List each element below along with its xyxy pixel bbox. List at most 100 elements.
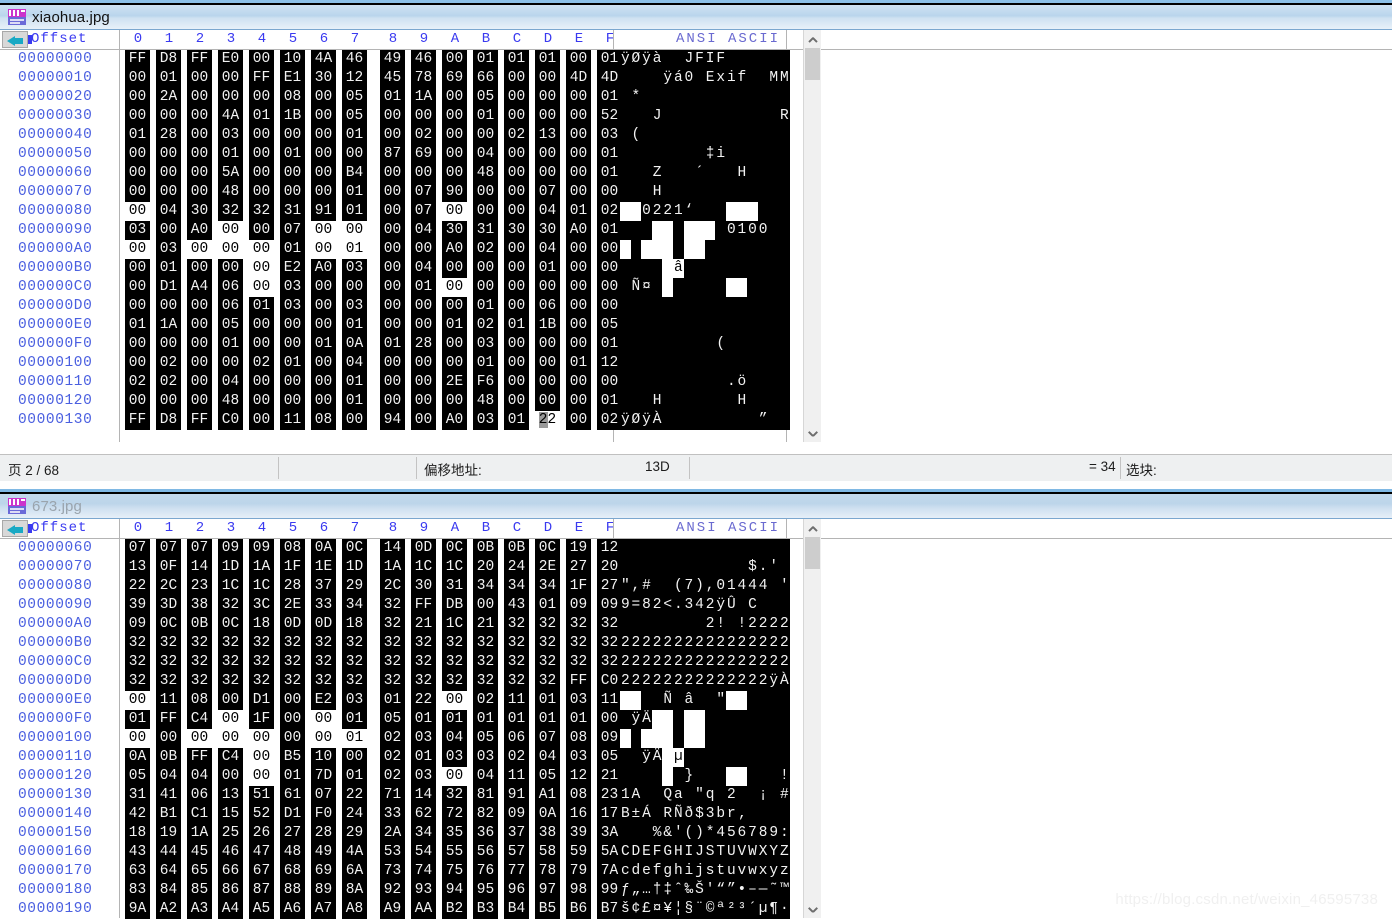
hex-byte[interactable]: 0F xyxy=(156,558,181,577)
ascii-char[interactable] xyxy=(630,259,642,278)
hex-byte[interactable]: 00 xyxy=(504,392,529,411)
hex-byte[interactable]: 01 xyxy=(473,297,498,316)
hex-byte[interactable]: 1C xyxy=(442,615,467,634)
ascii-char[interactable]: c xyxy=(620,862,631,881)
hex-byte[interactable]: 03 xyxy=(218,126,243,145)
ascii-char[interactable]: . xyxy=(673,596,684,615)
hex-byte[interactable]: 01 xyxy=(411,278,436,297)
ascii-char[interactable]: < xyxy=(662,596,673,615)
ascii-char[interactable] xyxy=(757,202,769,221)
hex-byte[interactable]: 01 xyxy=(442,710,467,729)
ascii-char[interactable] xyxy=(694,558,705,577)
hex-byte[interactable]: 5A xyxy=(597,843,622,862)
ascii-char[interactable]: ÿ xyxy=(715,596,726,615)
ascii-char[interactable] xyxy=(694,710,705,729)
ascii-char[interactable] xyxy=(651,710,663,729)
ascii-char[interactable]: „ xyxy=(630,881,642,900)
ascii-char[interactable]: Q xyxy=(662,786,673,805)
hex-byte[interactable]: 00 xyxy=(566,335,591,354)
hex-byte[interactable]: 00 xyxy=(566,145,591,164)
ascii-char[interactable] xyxy=(715,558,726,577)
ascii-char[interactable] xyxy=(683,748,695,767)
ascii-char[interactable] xyxy=(620,729,631,748)
hex-byte[interactable]: 0B xyxy=(473,539,498,558)
ascii-char[interactable] xyxy=(651,221,663,240)
ascii-char[interactable] xyxy=(768,596,779,615)
ascii-char[interactable] xyxy=(757,88,769,107)
hex-byte[interactable]: 00 xyxy=(566,297,591,316)
hex-byte[interactable]: 05 xyxy=(342,107,367,126)
hex-byte[interactable]: 00 xyxy=(218,729,243,748)
ascii-char[interactable]: J xyxy=(651,107,663,126)
ascii-char[interactable] xyxy=(641,297,652,316)
hex-byte[interactable]: 0B xyxy=(504,539,529,558)
ascii-char[interactable] xyxy=(630,767,642,786)
ascii-char[interactable] xyxy=(641,240,652,259)
hex-byte[interactable]: FF xyxy=(566,672,591,691)
ascii-char[interactable] xyxy=(673,539,684,558)
hex-byte[interactable]: 08 xyxy=(566,786,591,805)
hex-byte[interactable]: 9A xyxy=(125,900,150,919)
hex-byte[interactable]: 00 xyxy=(504,297,529,316)
hex-byte[interactable]: 1D xyxy=(342,558,367,577)
hex-byte[interactable]: 00 xyxy=(473,202,498,221)
ascii-char[interactable] xyxy=(641,539,652,558)
hex-byte[interactable]: 01 xyxy=(473,50,498,69)
hex-byte[interactable]: 31 xyxy=(473,221,498,240)
hex-byte[interactable]: 00 xyxy=(125,183,150,202)
hex-byte[interactable]: 00 xyxy=(535,145,560,164)
hex-row[interactable]: 000000F0 00 00 00 01 00 00 01 0A 01 28 00 03 00 00 00 01… xyxy=(0,335,1392,354)
hex-byte[interactable]: A2 xyxy=(156,900,181,919)
ascii-char[interactable] xyxy=(768,577,779,596)
hex-byte[interactable]: 22 xyxy=(342,786,367,805)
hex-byte[interactable]: 39 xyxy=(566,824,591,843)
ascii-char[interactable] xyxy=(726,126,737,145)
hex-byte[interactable]: 1D xyxy=(218,558,243,577)
ascii-char[interactable] xyxy=(757,748,769,767)
hex-row[interactable]: 00000070 13 0F 14 1D 1A 1F 1E 1D 1A 1C 1C 20 24 2E 27 20… xyxy=(0,558,1392,577)
ascii-char[interactable]: 0 xyxy=(757,221,769,240)
ascii-char[interactable] xyxy=(704,729,716,748)
hex-row[interactable]: 000000B0 32 32 32 32 32 32 32 32 32 32 32 32 32 32 32 32… xyxy=(0,634,1392,653)
ascii-char[interactable] xyxy=(662,145,673,164)
ascii-char[interactable]: ( xyxy=(683,824,695,843)
hex-byte[interactable]: 00 xyxy=(535,354,560,373)
hex-byte[interactable]: 17 xyxy=(597,805,622,824)
ascii-char[interactable]: 2 xyxy=(715,672,726,691)
ascii-char[interactable] xyxy=(662,335,673,354)
ascii-char[interactable] xyxy=(704,240,716,259)
ascii-char[interactable]: i xyxy=(683,862,695,881)
hex-byte[interactable]: 86 xyxy=(218,881,243,900)
ascii-char[interactable]: 2 xyxy=(651,202,663,221)
ascii-char[interactable] xyxy=(651,145,663,164)
hex-byte[interactable]: 06 xyxy=(535,297,560,316)
ascii-char[interactable] xyxy=(641,145,652,164)
hex-row[interactable]: 00000000 FF D8 FF E0 00 10 4A 46 49 46 00 01 01 01 00 01… xyxy=(0,50,1392,69)
ascii-char[interactable] xyxy=(683,316,695,335)
ascii-char[interactable] xyxy=(747,786,758,805)
ascii-char[interactable] xyxy=(694,240,705,259)
hex-row[interactable]: 00000100 00 00 00 00 00 00 00 01 02 03 04 05 06 07 08 09 xyxy=(0,729,1392,748)
hex-byte[interactable]: 32 xyxy=(473,653,498,672)
hex-byte[interactable]: 52 xyxy=(597,107,622,126)
ascii-char[interactable]: J xyxy=(694,843,705,862)
ascii-char[interactable]: 9 xyxy=(768,824,779,843)
ascii-char[interactable]: ¦ xyxy=(673,900,684,919)
hex-byte[interactable]: 04 xyxy=(156,202,181,221)
ascii-char[interactable]: $ xyxy=(694,805,705,824)
hex-byte[interactable]: 00 xyxy=(156,392,181,411)
hex-byte[interactable]: 00 xyxy=(187,316,212,335)
hex-byte[interactable]: 00 xyxy=(411,354,436,373)
ascii-char[interactable] xyxy=(651,558,663,577)
hex-byte[interactable]: 1C xyxy=(411,558,436,577)
hex-byte[interactable]: 27 xyxy=(280,824,305,843)
ascii-char[interactable]: h xyxy=(673,862,684,881)
ascii-char[interactable]: 2 xyxy=(630,653,642,672)
ascii-char[interactable] xyxy=(683,411,695,430)
ascii-char[interactable] xyxy=(768,392,779,411)
ascii-char[interactable]: Ø xyxy=(630,50,642,69)
hex-byte[interactable]: 2E xyxy=(280,596,305,615)
ascii-char[interactable] xyxy=(726,297,737,316)
ascii-char[interactable] xyxy=(715,354,726,373)
hex-byte[interactable]: 00 xyxy=(249,50,274,69)
